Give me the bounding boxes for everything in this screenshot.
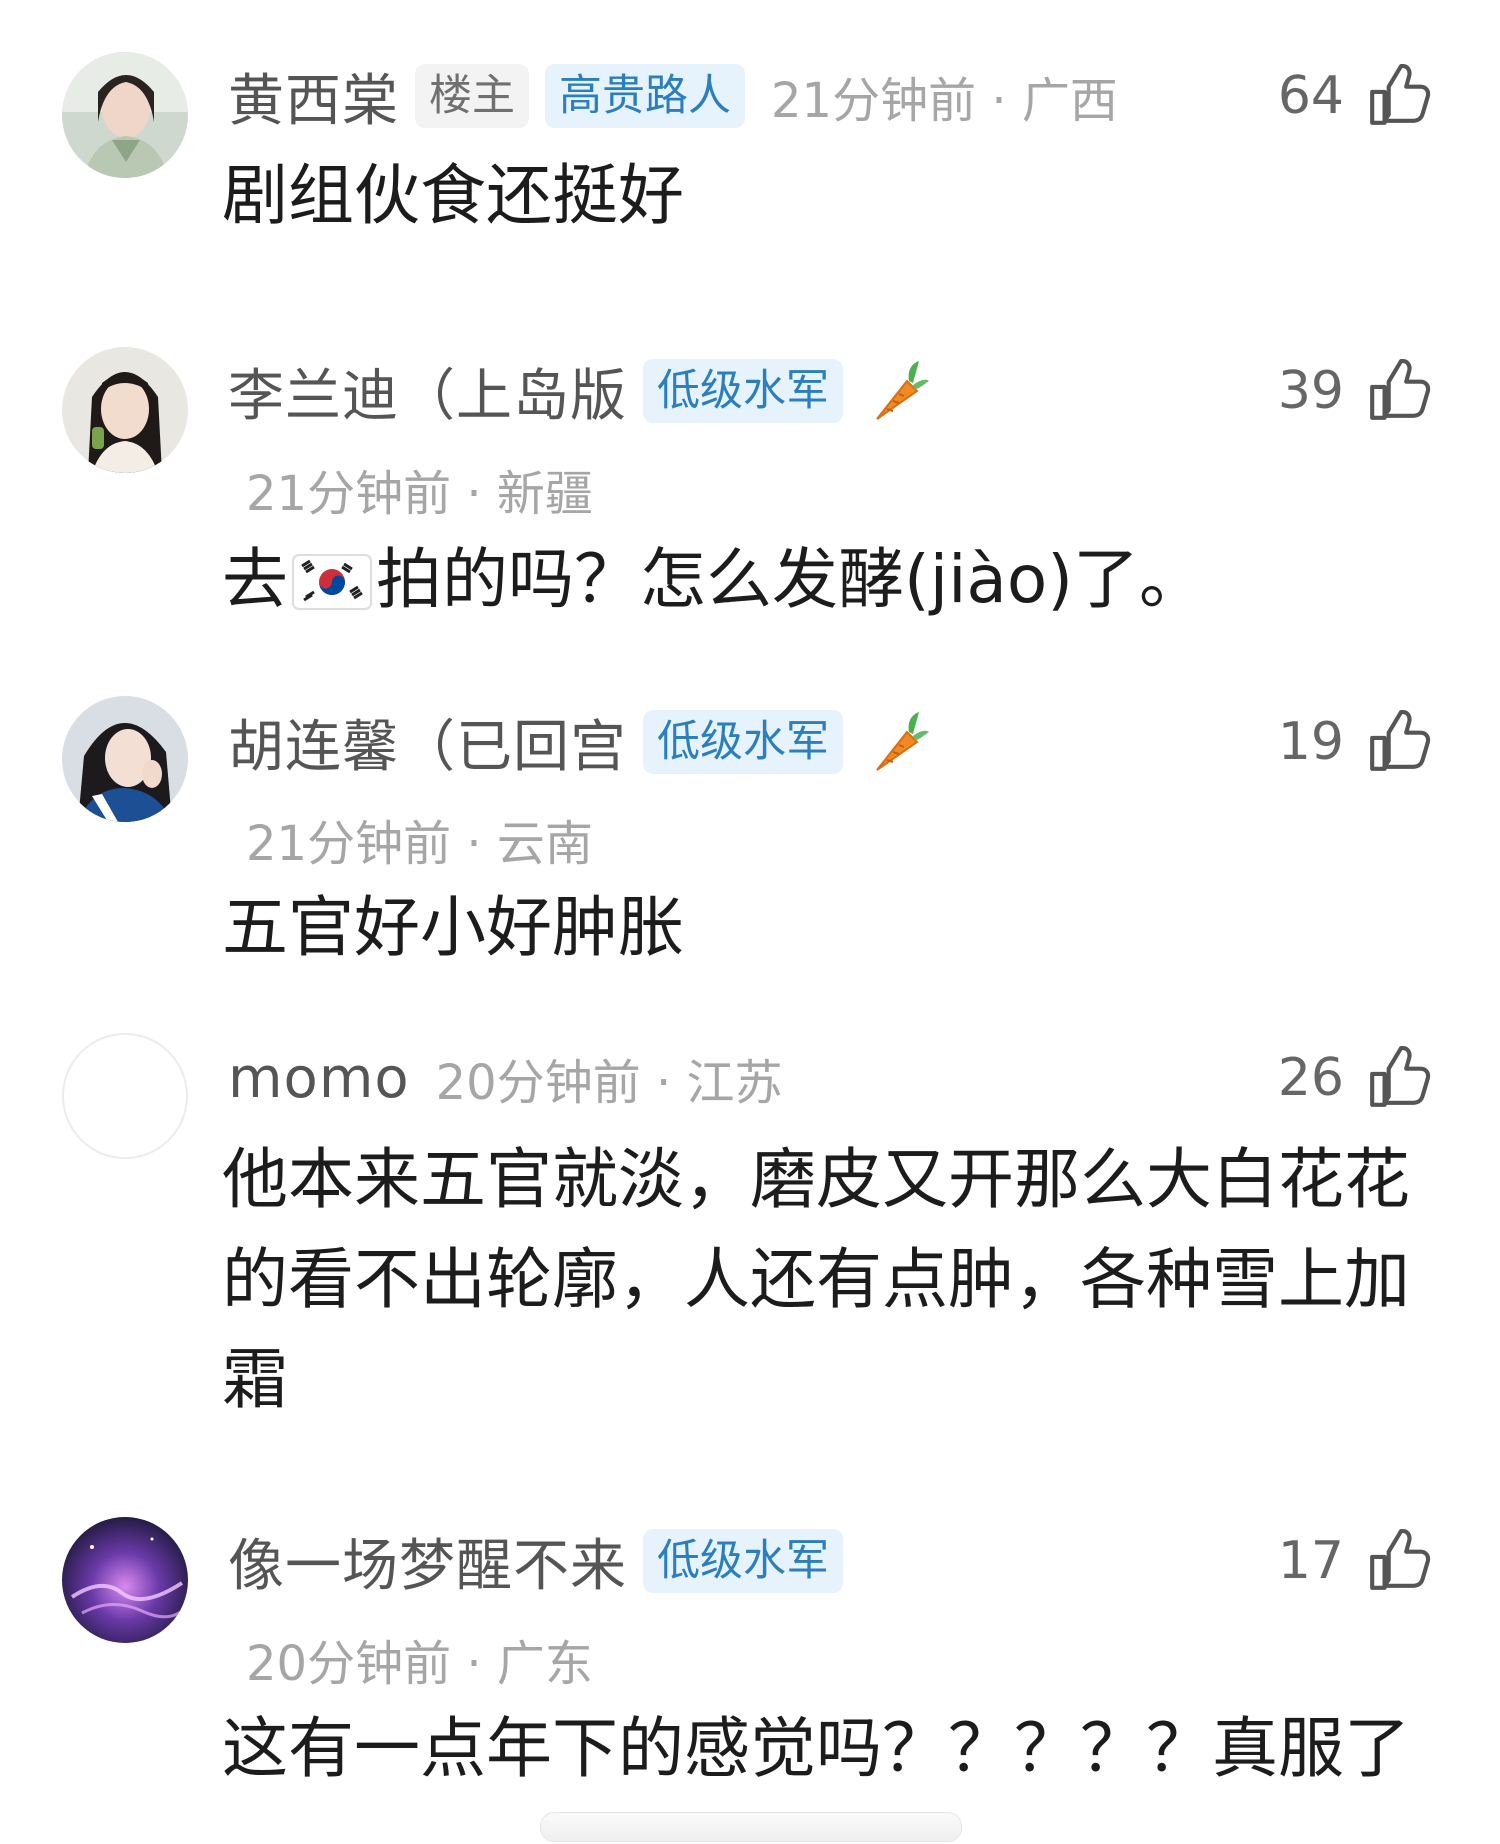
- like-count: 17: [1277, 1531, 1344, 1591]
- user-title-badge: 高贵路人: [545, 64, 745, 128]
- avatar[interactable]: [62, 1033, 188, 1159]
- user-title-badge: 低级水军: [643, 359, 843, 423]
- time-location: 20分钟前 · 江苏: [435, 1055, 783, 1111]
- comment-text: 五官好小好肿胀: [222, 889, 684, 966]
- carrot-icon: [869, 710, 929, 774]
- avatar[interactable]: [62, 347, 188, 473]
- like-button[interactable]: 39: [1278, 355, 1432, 427]
- avatar[interactable]: [62, 1517, 188, 1643]
- time-location: 20分钟前 · 广东: [246, 1636, 593, 1692]
- avatar[interactable]: [62, 52, 188, 178]
- time-location: 21分钟前 · 新疆: [246, 466, 593, 522]
- like-count: 64: [1277, 66, 1344, 126]
- comment-text: 去 拍的吗？怎么发酵(jiào)了。: [222, 530, 1442, 630]
- username[interactable]: 黄西棠: [228, 56, 399, 137]
- south-korea-flag-icon: [292, 554, 372, 610]
- scroll-indicator: [540, 1812, 962, 1842]
- thumbs-up-icon: [1366, 63, 1432, 129]
- like-button[interactable]: 17: [1278, 1525, 1432, 1597]
- comment-text-part: 拍的吗？怎么发酵(jiào)了。: [376, 541, 1205, 618]
- thumbs-up-icon: [1366, 709, 1432, 775]
- user-title-badge: 低级水军: [643, 1529, 843, 1593]
- comment-header: momo 20分钟前 · 江苏: [228, 1042, 782, 1114]
- avatar[interactable]: [62, 696, 188, 822]
- thumbs-up-icon: [1366, 358, 1432, 424]
- thumbs-up-icon: [1366, 1528, 1432, 1594]
- carrot-icon: [869, 359, 929, 423]
- username[interactable]: momo: [228, 1046, 410, 1111]
- time-location: 21分钟前 · 云南: [246, 816, 593, 872]
- comment-header: 胡连馨（已回宫 低级水军: [228, 706, 929, 780]
- username[interactable]: 李兰迪（上岛版: [228, 351, 627, 432]
- user-title-badge: 低级水军: [643, 710, 843, 774]
- username[interactable]: 胡连馨（已回宫: [228, 702, 627, 783]
- like-count: 19: [1277, 712, 1344, 772]
- time-location: 21分钟前 · 广西: [771, 73, 1118, 129]
- like-button[interactable]: 26: [1278, 1042, 1432, 1114]
- like-count: 26: [1277, 1048, 1344, 1108]
- username[interactable]: 像一场梦醒不来: [228, 1521, 627, 1602]
- op-badge: 楼主: [415, 64, 529, 128]
- thumbs-up-icon: [1366, 1045, 1432, 1111]
- comment-header: 像一场梦醒不来 低级水军: [228, 1525, 843, 1599]
- like-count: 39: [1277, 361, 1344, 421]
- comment-header: 黄西棠 楼主 高贵路人 21分钟前 · 广西: [228, 60, 1118, 134]
- comment-header: 李兰迪（上岛版 低级水军: [228, 355, 929, 429]
- comment-text-part: 去: [222, 541, 288, 618]
- comment-text: 剧组伙食还挺好: [222, 157, 684, 234]
- comment-text: 他本来五官就淡，磨皮又开那么大白花花的看不出轮廓，人还有点肿，各种雪上加霜: [222, 1141, 1410, 1418]
- like-button[interactable]: 64: [1278, 60, 1432, 132]
- comment-text: 这有一点年下的感觉吗？？？？？真服了: [222, 1710, 1410, 1787]
- like-button[interactable]: 19: [1278, 706, 1432, 778]
